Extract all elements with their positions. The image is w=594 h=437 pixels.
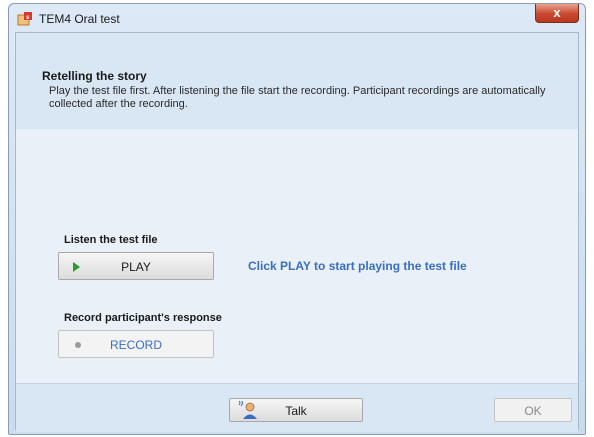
header-panel: Retelling the story Play the test file f… <box>16 33 578 130</box>
play-button[interactable]: PLAY <box>58 252 214 280</box>
talk-button-label: Talk <box>285 404 307 418</box>
footer-panel: Talk OK <box>16 383 578 432</box>
close-button[interactable]: x <box>535 4 579 23</box>
instructions-text: Play the test file first. After listenin… <box>49 85 546 110</box>
listen-label: Listen the test file <box>64 234 158 246</box>
play-button-label: PLAY <box>121 260 151 274</box>
window-title: TEM4 Oral test <box>39 12 120 26</box>
dialog-client-area: Retelling the story Play the test file f… <box>15 32 579 432</box>
dialog-window: s TEM4 Oral test x Retelling the story P… <box>8 3 586 435</box>
title-bar: s TEM4 Oral test x <box>9 4 585 32</box>
record-button[interactable]: RECORD <box>58 330 214 358</box>
record-button-label: RECORD <box>109 338 162 352</box>
ok-button-label: OK <box>524 404 542 418</box>
close-icon: x <box>553 5 561 20</box>
record-label: Record participant's response <box>64 312 222 324</box>
ok-button[interactable]: OK <box>494 398 572 422</box>
app-icon: s <box>17 12 32 26</box>
main-panel: Listen the test file PLAY Click PLAY to … <box>16 129 578 383</box>
play-hint-text: Click PLAY to start playing the test fil… <box>248 259 467 273</box>
section-title: Retelling the story <box>42 69 147 83</box>
talk-button[interactable]: Talk <box>229 398 363 422</box>
